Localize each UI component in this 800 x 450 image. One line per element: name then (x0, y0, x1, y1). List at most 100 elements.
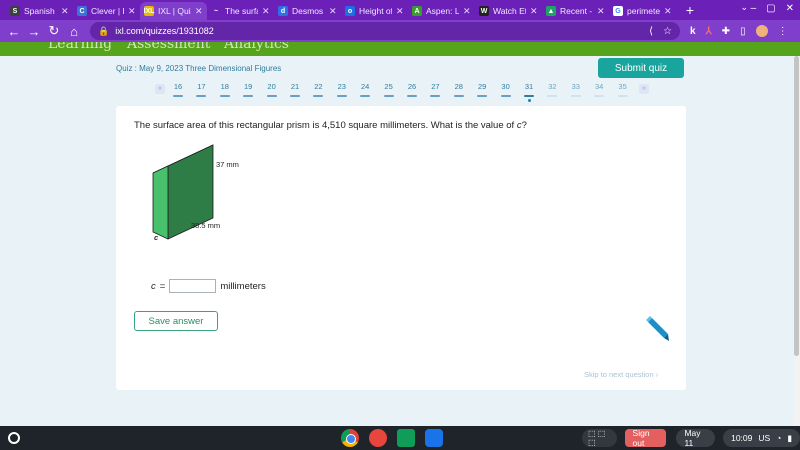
share-icon[interactable]: ⟨ (649, 26, 653, 37)
answer-unit: millimeters (220, 280, 266, 292)
launcher-icon[interactable] (8, 432, 20, 444)
nav-analytics[interactable]: Analytics (224, 42, 289, 52)
question-progress-bar (617, 95, 628, 97)
question-progress-bar (266, 95, 277, 97)
question-number-18[interactable]: 18 (216, 82, 234, 97)
browser-tab[interactable]: W Watch Et ✕ (475, 2, 542, 20)
tab-close-icon[interactable]: ✕ (61, 6, 69, 17)
tab-favicon-icon: C (77, 6, 87, 16)
maximize-icon[interactable]: ▢ (766, 3, 775, 14)
browser-tab[interactable]: d Desmos ✕ (274, 2, 341, 20)
question-number-label: 35 (618, 82, 627, 91)
tab-search-icon[interactable]: ⌄ (740, 2, 748, 13)
question-progress-bar (360, 95, 371, 97)
new-tab-button[interactable]: + (682, 2, 698, 18)
bookmark-star-icon[interactable]: ☆ (663, 26, 672, 37)
browser-tab[interactable]: S Spanish ✕ (6, 2, 73, 20)
tab-favicon-icon: ~ (211, 6, 221, 16)
forward-icon[interactable]: → (24, 24, 44, 39)
tab-close-icon[interactable]: ✕ (463, 6, 471, 17)
tab-close-icon[interactable]: ✕ (329, 6, 337, 17)
wifi-icon: ◔ (776, 433, 782, 443)
minimize-icon[interactable]: – (751, 3, 757, 14)
question-progress-bar (453, 95, 464, 97)
question-number-30[interactable]: 30 (497, 82, 515, 97)
browser-tab[interactable]: IXLIXL | Quiz ✕ (140, 2, 207, 20)
browser-tab[interactable]: A Aspen: Le ✕ (408, 2, 475, 20)
tab-favicon-icon: W (479, 6, 489, 16)
tab-close-icon[interactable]: ✕ (128, 6, 136, 17)
browser-tab[interactable]: o Height of ✕ (341, 2, 408, 20)
question-number-23[interactable]: 23 (333, 82, 351, 97)
prev-arrow-icon[interactable]: « (155, 84, 165, 94)
tab-title: perimete (627, 6, 660, 16)
question-number-19[interactable]: 19 (239, 82, 257, 97)
address-bar[interactable]: 🔒 ixl.com/quizzes/1931082 ⟨ ☆ (90, 22, 680, 40)
nav-assessment[interactable]: Assessment (127, 42, 210, 52)
question-number-25[interactable]: 25 (380, 82, 398, 97)
question-progress-bar (290, 95, 300, 97)
question-number-21[interactable]: 21 (286, 82, 304, 97)
profile-avatar[interactable] (755, 25, 768, 37)
browser-tab[interactable]: ▲ Recent - G ✕ (542, 2, 609, 20)
pencil-icon[interactable] (644, 316, 670, 342)
answer-input[interactable] (169, 279, 217, 293)
next-arrow-icon[interactable]: » (639, 84, 649, 94)
page-scrollbar[interactable] (793, 56, 800, 426)
question-number-label: 17 (197, 82, 206, 91)
os-shelf: ⬚ ⬚ ⬚ Sign out May 11 10:09 US ◔ ▮ (0, 426, 800, 450)
save-answer-button[interactable]: Save answer (134, 311, 218, 331)
k-extension-icon[interactable]: k (690, 26, 696, 37)
reload-icon[interactable]: ↻ (44, 23, 64, 39)
question-number-22[interactable]: 22 (309, 82, 327, 97)
question-number-33[interactable]: 33 (567, 82, 585, 97)
tab-close-icon[interactable]: ✕ (195, 6, 203, 17)
question-number-label: 16 (173, 82, 183, 91)
date-display[interactable]: May 11 (676, 428, 716, 448)
tab-title: Spanish (24, 6, 55, 16)
question-number-29[interactable]: 29 (473, 82, 491, 97)
tab-close-icon[interactable]: ✕ (396, 6, 404, 17)
tray-pill[interactable]: ⬚ ⬚ ⬚ (582, 429, 617, 447)
tab-close-icon[interactable]: ✕ (664, 6, 672, 17)
classroom-icon[interactable] (397, 429, 415, 447)
question-number-32[interactable]: 32 (543, 82, 561, 97)
scrollbar-thumb[interactable] (794, 56, 799, 356)
acrobat-extension-icon[interactable]: ⅄ (706, 26, 712, 37)
home-icon[interactable]: ⌂ (64, 24, 84, 39)
puzzle-icon[interactable]: ✚ (722, 26, 730, 37)
question-number-24[interactable]: 24 (356, 82, 374, 97)
chrome-icon[interactable] (341, 429, 359, 447)
question-number-16[interactable]: 16 (169, 82, 187, 97)
tab-title: Recent - G (560, 6, 593, 16)
question-number-20[interactable]: 20 (263, 82, 281, 97)
site-info-icon[interactable]: 🔒 (98, 26, 109, 37)
tab-close-icon[interactable]: ✕ (530, 6, 538, 17)
browser-tab[interactable]: ~ The surfa ✕ (207, 2, 274, 20)
question-number-27[interactable]: 27 (426, 82, 444, 97)
tab-close-icon[interactable]: ✕ (262, 6, 270, 17)
question-number-31[interactable]: 31 (520, 82, 538, 102)
nav-learning[interactable]: Learning (48, 42, 112, 52)
palette-app-icon[interactable] (369, 429, 387, 447)
browser-tab[interactable]: Gperimete ✕ (609, 2, 676, 20)
question-number-28[interactable]: 28 (450, 82, 468, 97)
menu-icon[interactable]: ⋮ (778, 26, 788, 37)
back-icon[interactable]: ← (4, 24, 24, 39)
tab-close-icon[interactable]: ✕ (597, 6, 605, 17)
question-number-17[interactable]: 17 (192, 82, 210, 97)
tab-favicon-icon: G (613, 6, 623, 16)
question-number-26[interactable]: 26 (403, 82, 421, 97)
close-icon[interactable]: ✕ (786, 3, 794, 14)
clock-status-area[interactable]: 10:09 US ◔ ▮ (723, 429, 800, 447)
question-number-label: 34 (595, 82, 604, 91)
question-number-34[interactable]: 34 (590, 82, 608, 97)
skip-to-next-link[interactable]: Skip to next question › (584, 370, 658, 379)
question-number-35[interactable]: 35 (614, 82, 632, 97)
question-number-label: 26 (407, 82, 417, 91)
meet-icon[interactable] (425, 429, 443, 447)
sidepanel-icon[interactable]: ▯ (740, 26, 746, 37)
submit-quiz-button[interactable]: Submit quiz (598, 58, 684, 78)
browser-tab[interactable]: C Clever | P ✕ (73, 2, 140, 20)
sign-out-button[interactable]: Sign out (624, 428, 667, 448)
